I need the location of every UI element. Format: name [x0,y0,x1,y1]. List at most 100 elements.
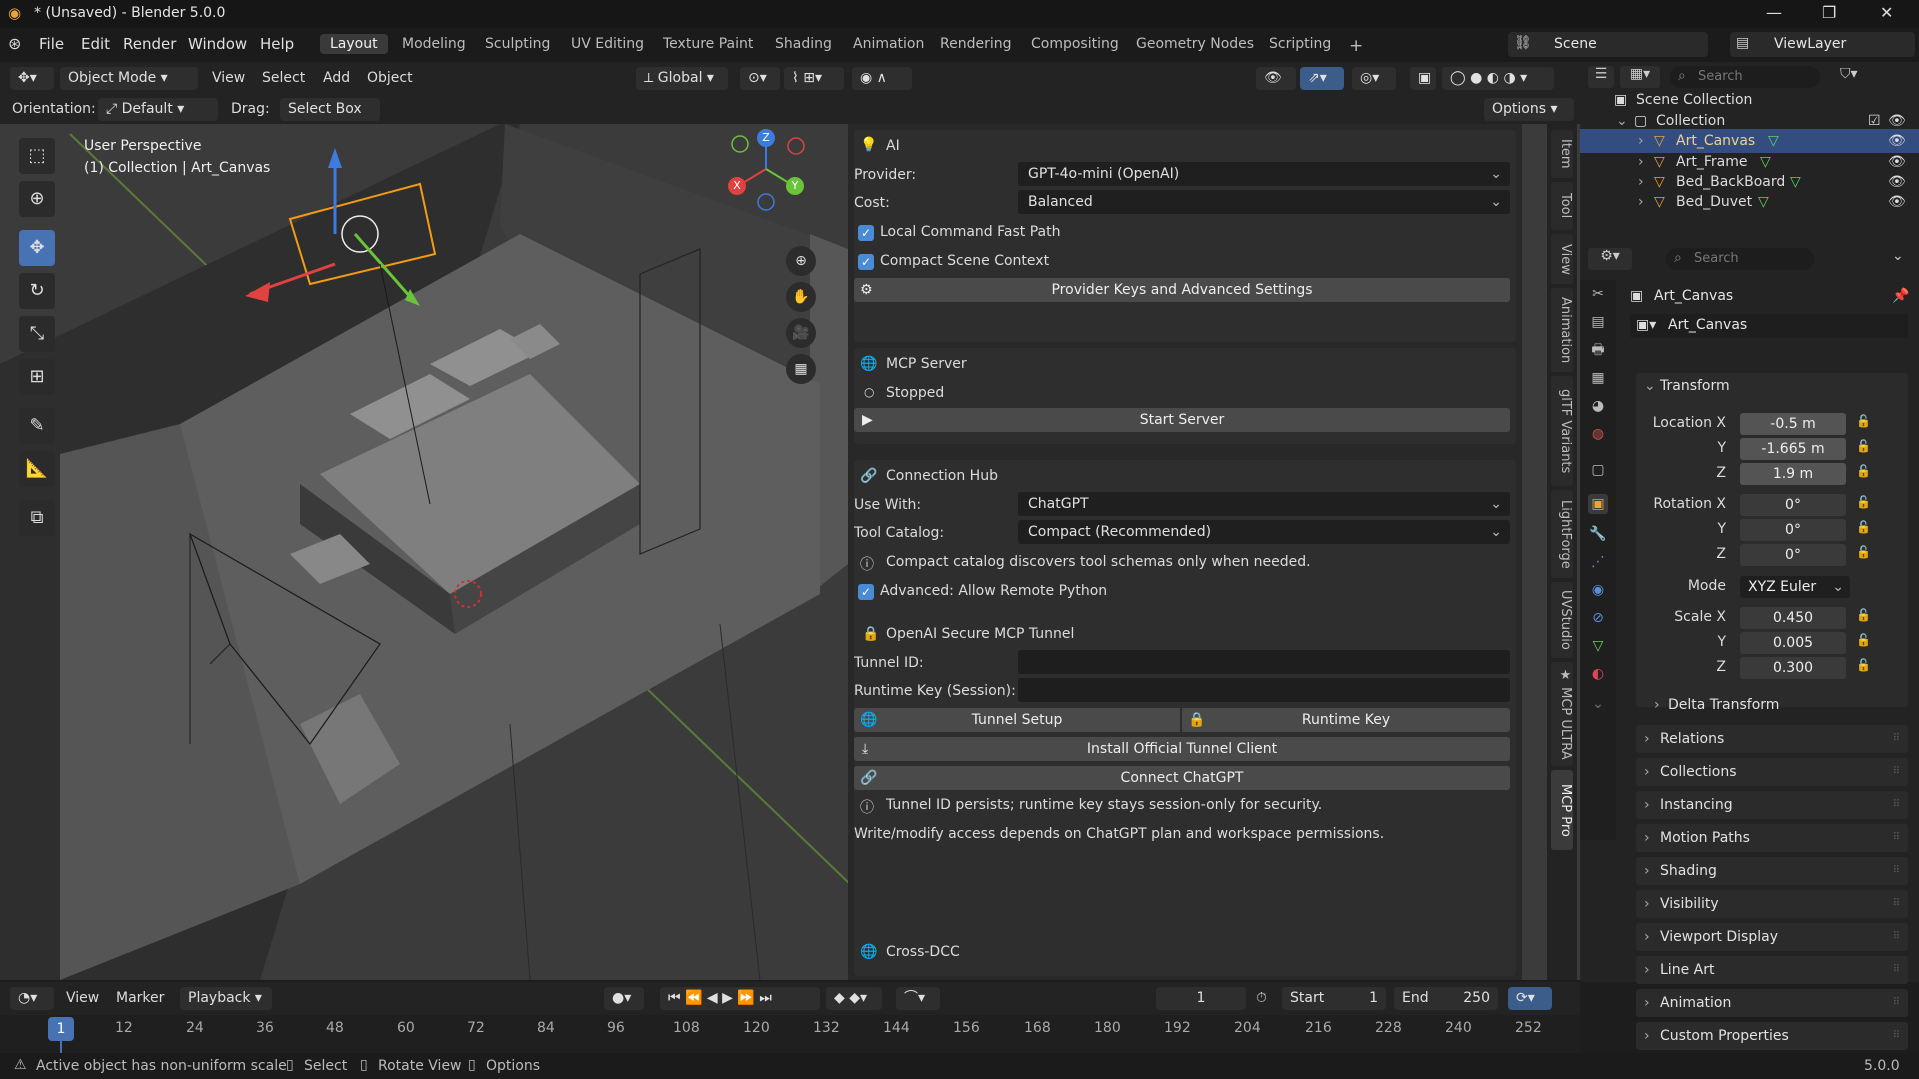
start-frame-field[interactable]: Start1 [1282,987,1386,1010]
mode-selector[interactable]: Object Mode ▾ [60,67,198,90]
timeline-editor-icon[interactable]: ◔▾ [10,987,54,1010]
cross-dcc-panel[interactable]: 🌐 Cross-DCC [854,936,1516,976]
lock-icon[interactable]: 🔓 [1856,633,1871,647]
select-box-tool-icon[interactable]: ⬚ [19,138,55,174]
location-z-field[interactable]: 1.9 m [1740,463,1846,485]
tab-shading[interactable]: Shading [765,34,842,54]
modifier-tab-icon[interactable]: 🔧 [1588,524,1608,544]
tab-lightforge[interactable]: LightForge [1551,490,1573,578]
chevron-down-icon[interactable]: ⌄ [1892,248,1904,264]
filter-icon[interactable]: ⛉▾ [1840,66,1858,82]
scale-z-field[interactable]: 0.300 [1740,657,1846,679]
record-icon[interactable]: ●▾ [604,987,644,1010]
tunnel-setup-button[interactable]: 🌐 Tunnel Setup [854,708,1180,732]
lock-icon[interactable]: 🔓 [1856,464,1871,478]
tab-uvstudio[interactable]: UVStudio [1551,582,1573,658]
playback-dropdown[interactable]: Playback ▾ [180,987,272,1010]
visibility-icon[interactable]: 👁▾ [1256,67,1296,90]
proportional-edit-icon[interactable]: ◉ ∧ [852,67,912,90]
tab-sculpting[interactable]: Sculpting [475,34,560,54]
delta-transform-subpanel[interactable]: › Delta Transform [1652,695,1902,717]
drag-grip-icon[interactable]: ⠿ [1893,956,1900,984]
lock-icon[interactable]: 🔓 [1856,658,1871,672]
runtime-key-button[interactable]: 🔒 Runtime Key [1182,708,1510,732]
tab-item[interactable]: Item [1551,130,1573,178]
shading-modes[interactable]: ◯ ● ◐ ◑ ▾ [1442,67,1554,90]
minimize-button[interactable]: — [1766,3,1782,22]
drag-grip-icon[interactable]: ⠿ [1893,857,1900,885]
tab-mcp-ultra[interactable]: ★ MCP ULTRA [1551,662,1573,766]
camera-view-icon[interactable]: 🎥 [786,318,816,348]
tab-mcp-pro[interactable]: MCP Pro [1551,770,1573,850]
lock-icon[interactable]: 🔓 [1856,608,1871,622]
snap-icon[interactable]: ⌇ ⊞▾ [784,67,844,90]
drag-grip-icon[interactable]: ⠿ [1893,725,1900,753]
tab-geometry-nodes[interactable]: Geometry Nodes [1126,34,1264,54]
outliner-search-input[interactable]: ⌕ Search [1670,66,1820,88]
tab-tool[interactable]: Tool [1551,182,1573,230]
scene-tab-icon[interactable]: ◕ [1588,396,1608,416]
collection-tab-icon[interactable]: ▢ [1588,460,1608,480]
panel-viewport-display[interactable]: ›Viewport Display⠿ [1636,923,1908,951]
constraints-tab-icon[interactable]: ⊘ [1588,608,1608,628]
data-tab-icon[interactable]: ▽ [1588,636,1608,656]
outliner-editor-icon[interactable]: ☰ [1588,66,1614,88]
tab-animation[interactable]: Animation [843,34,934,54]
menu-window[interactable]: Window [188,35,247,53]
lock-icon[interactable]: 🔓 [1856,545,1871,559]
panel-instancing[interactable]: ›Instancing⠿ [1636,791,1908,819]
scale-x-field[interactable]: 0.450 [1740,607,1846,629]
tab-uv-editing[interactable]: UV Editing [561,34,654,54]
tab-rendering[interactable]: Rendering [930,34,1022,54]
object-name-field[interactable]: ▣▾ Art_Canvas [1630,314,1908,338]
menu-add[interactable]: Add [323,70,350,86]
playback-controls[interactable]: ⏮ ⏪ ◀ ▶ ⏩ ⏭ [660,987,820,1010]
tunnel-id-field[interactable] [1018,650,1510,674]
drag-grip-icon[interactable]: ⠿ [1893,989,1900,1017]
add-workspace-icon[interactable]: + [1339,34,1373,58]
blender-menu-icon[interactable]: ⊛ [8,34,21,53]
gizmo-x-axis[interactable]: X [728,177,746,195]
output-tab-icon[interactable]: 🖶 [1588,340,1608,360]
transform-tool-icon[interactable]: ⊞ [19,359,55,395]
timeline-menu-view[interactable]: View [66,990,99,1006]
playhead[interactable]: 1 [48,1017,74,1041]
object-tab-icon[interactable]: ▣ [1588,494,1608,514]
current-frame-field[interactable]: 1 [1156,987,1246,1010]
options-dropdown[interactable]: Options ▾ [1484,98,1574,121]
xray-icon[interactable]: ▣ [1410,67,1436,90]
menu-help[interactable]: Help [260,35,294,53]
rotation-mode-dropdown[interactable]: XYZ Euler⌄ [1740,576,1850,598]
start-server-button[interactable]: ▶ Start Server [854,408,1510,432]
render-tab-icon[interactable]: ▤ [1588,312,1608,332]
tab-compositing[interactable]: Compositing [1021,34,1129,54]
auto-keying-icon[interactable]: ⌒▾ [896,987,940,1010]
maximize-button[interactable]: ❐ [1822,3,1836,22]
outliner-row-bed-duvet[interactable]: › ▽ Bed_Duvet ▽ 👁 [1580,190,1919,214]
orientation-dropdown[interactable]: ⤢ Default ▾ [98,98,218,121]
rotate-tool-icon[interactable]: ↻ [19,273,55,309]
annotate-tool-icon[interactable]: ✎ [19,408,55,444]
install-tunnel-client-button[interactable]: ⤓ Install Official Tunnel Client [854,737,1510,761]
close-button[interactable]: ✕ [1880,3,1893,22]
properties-editor-icon[interactable]: ⚙▾ [1588,248,1632,270]
pin-icon[interactable]: 📌 [1892,288,1909,304]
panel-relations[interactable]: ›Relations⠿ [1636,725,1908,753]
drag-grip-icon[interactable]: ⠿ [1893,791,1900,819]
provider-keys-button[interactable]: ⚙ Provider Keys and Advanced Settings [854,278,1510,302]
drag-grip-icon[interactable]: ⠿ [1893,923,1900,951]
allow-remote-python-checkbox[interactable]: ✓ [858,584,874,600]
move-tool-icon[interactable]: ✥ [19,230,55,266]
compact-context-checkbox[interactable]: ✓ [858,254,874,270]
properties-search-input[interactable]: ⌕ Search [1666,248,1814,270]
panel-shading[interactable]: ›Shading⠿ [1636,857,1908,885]
connect-chatgpt-button[interactable]: 🔗 Connect ChatGPT [854,766,1510,790]
drag-grip-icon[interactable]: ⠿ [1893,890,1900,918]
tool-tab-icon[interactable]: ✂ [1588,284,1608,304]
panel-visibility[interactable]: ›Visibility⠿ [1636,890,1908,918]
rotation-y-field[interactable]: 0° [1740,519,1846,541]
scale-tool-icon[interactable]: ⤡ [19,316,55,352]
cursor-tool-icon[interactable]: ⊕ [19,181,55,217]
rotation-z-field[interactable]: 0° [1740,544,1846,566]
zoom-icon[interactable]: ⊕ [786,246,816,276]
